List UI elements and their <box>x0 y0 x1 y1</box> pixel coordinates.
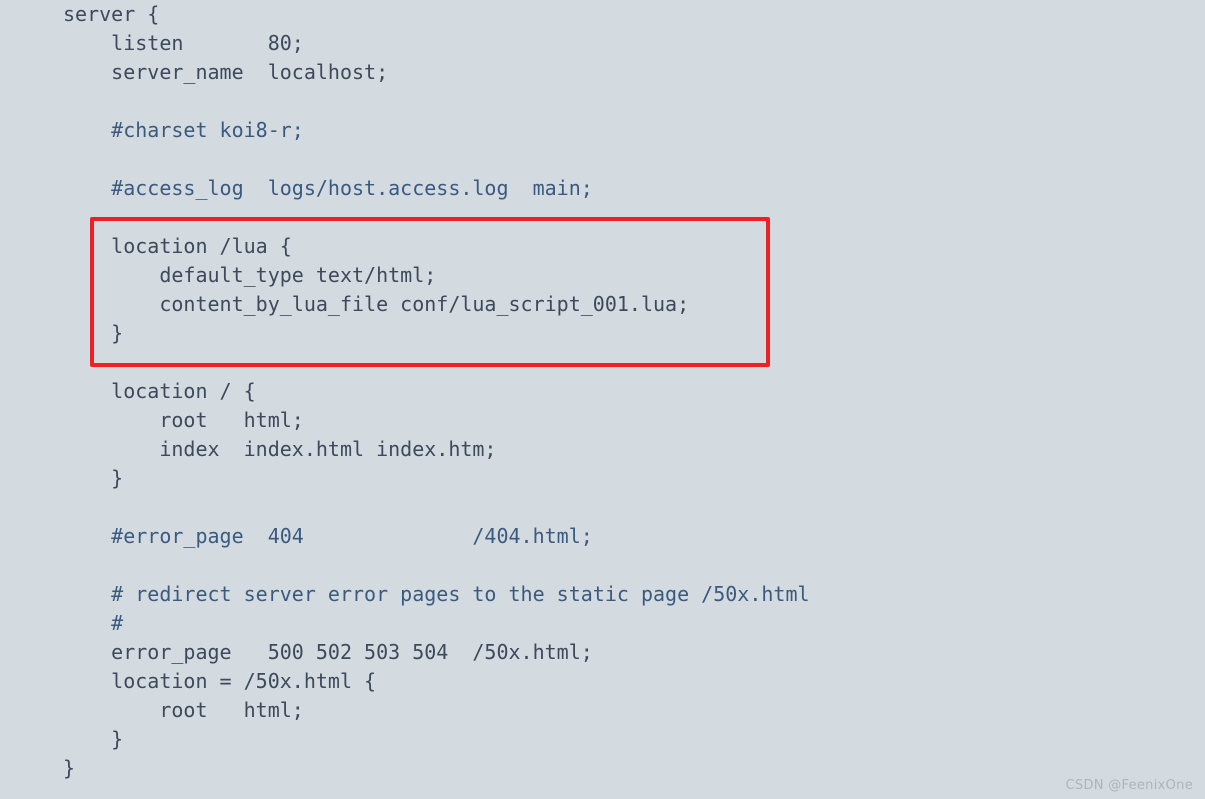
code-line: location /lua { <box>63 234 292 258</box>
code-line: listen 80; <box>63 31 304 55</box>
code-line: content_by_lua_file conf/lua_script_001.… <box>63 292 690 316</box>
csdn-watermark: CSDN @FeenixOne <box>1065 778 1193 793</box>
code-line: location = /50x.html { <box>63 669 377 693</box>
code-line: #error_page 404 /404.html; <box>63 524 593 548</box>
code-line: # <box>63 611 124 635</box>
code-line: location / { <box>63 379 256 403</box>
code-line: #charset koi8-r; <box>63 118 304 142</box>
nginx-config-listing: server { listen 80; server_name localhos… <box>63 0 810 783</box>
code-line: default_type text/html; <box>63 263 437 287</box>
code-line: server_name localhost; <box>63 60 389 84</box>
code-line: } <box>63 756 76 780</box>
code-surface: server { listen 80; server_name localhos… <box>0 0 1205 799</box>
code-line: root html; <box>63 698 304 722</box>
code-line: } <box>63 727 124 751</box>
code-line: error_page 500 502 503 504 /50x.html; <box>63 640 593 664</box>
code-line: server { <box>63 2 160 26</box>
code-line: } <box>63 466 124 490</box>
code-line: index index.html index.htm; <box>63 437 497 461</box>
code-line: # redirect server error pages to the sta… <box>63 582 810 606</box>
code-line: root html; <box>63 408 304 432</box>
code-line: #access_log logs/host.access.log main; <box>63 176 593 200</box>
code-line: } <box>63 321 124 345</box>
